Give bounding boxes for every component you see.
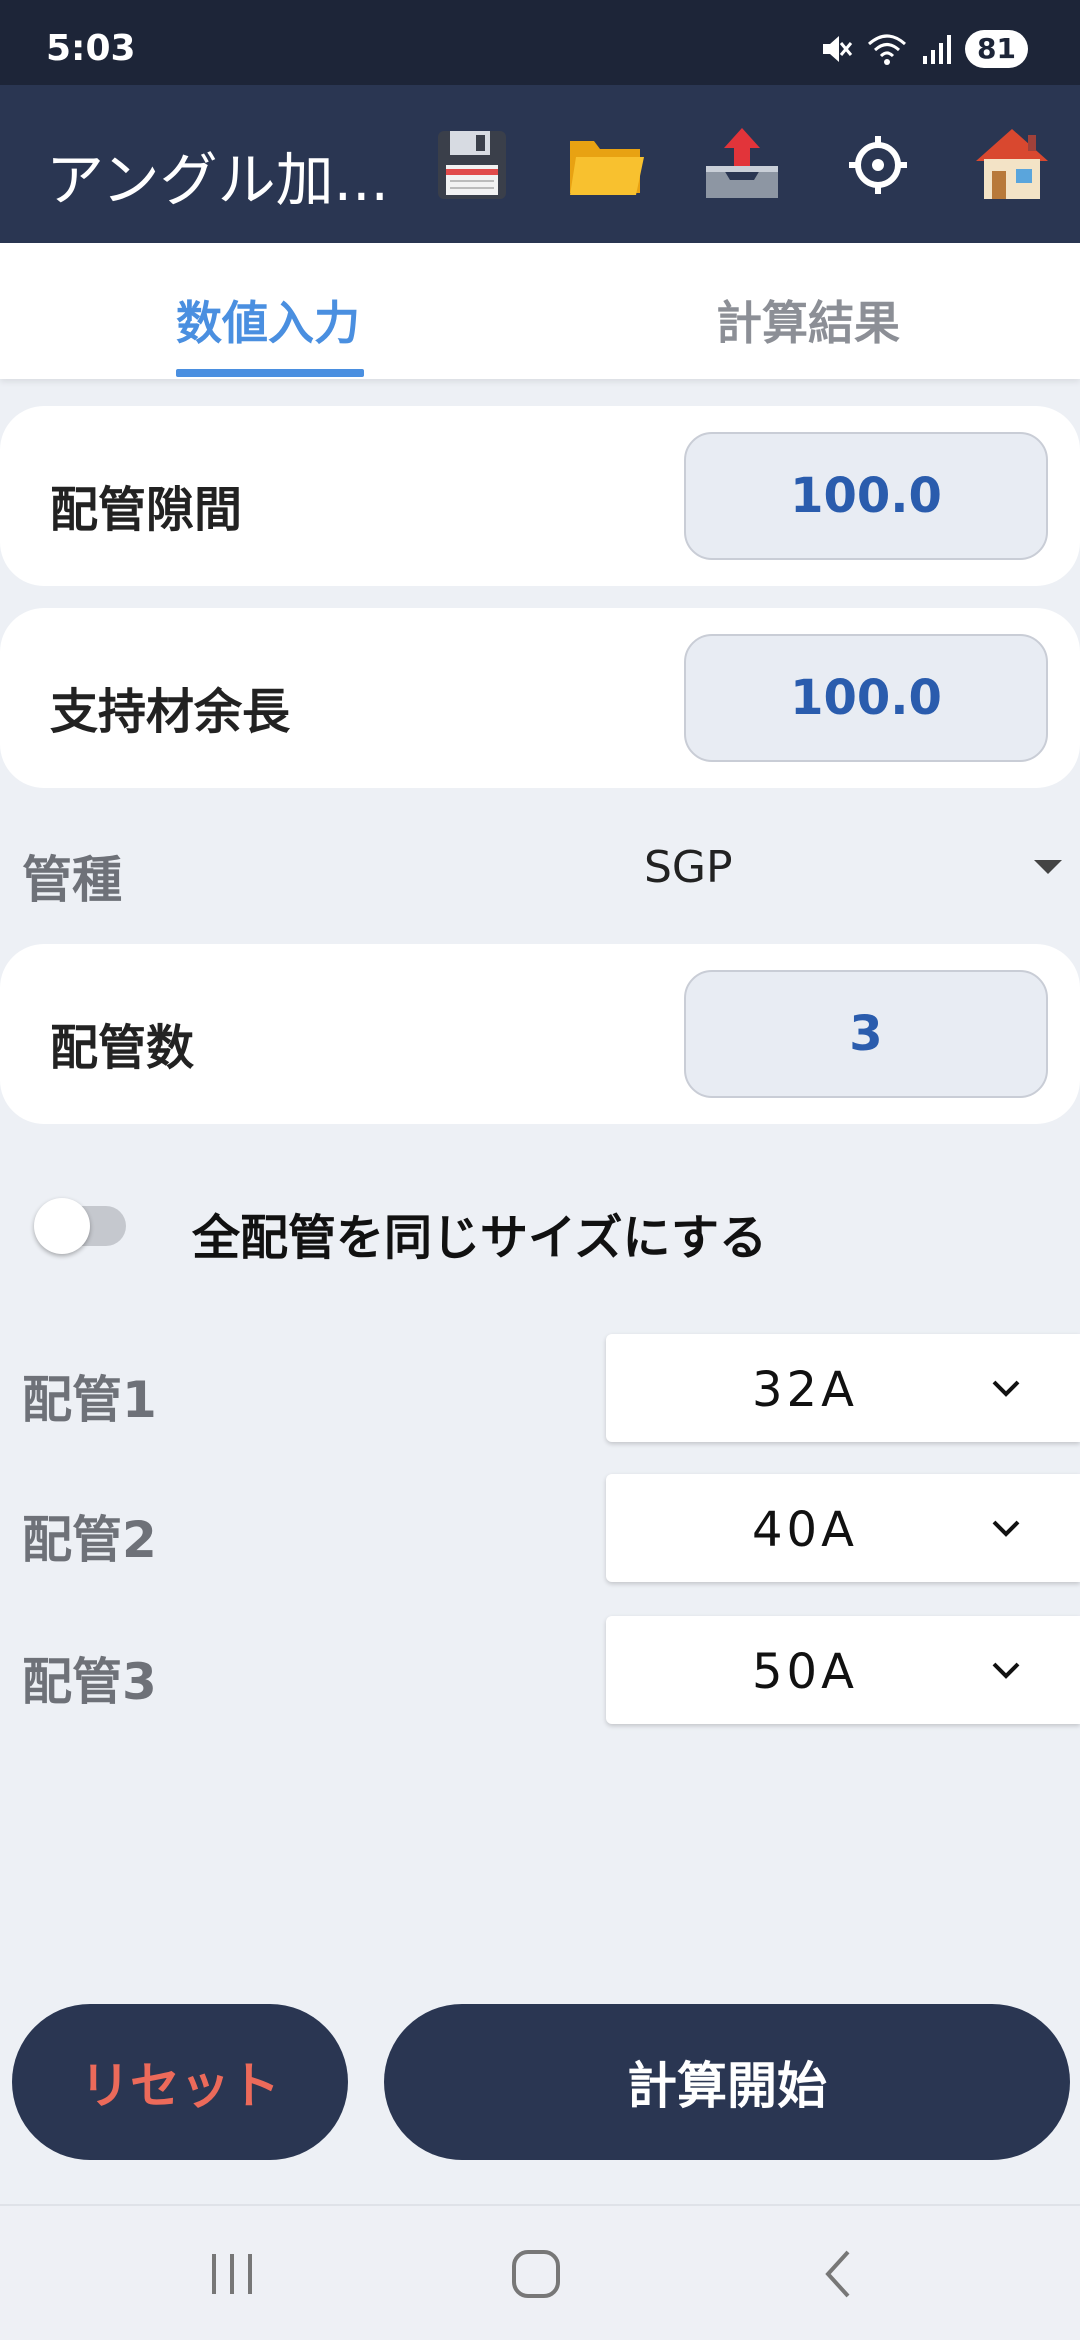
recent-apps-icon[interactable] [206,2246,258,2302]
pipe3-label: 配管3 [22,1653,157,1711]
signal-icon [923,35,952,64]
chevron-down-icon [992,1380,1020,1397]
calculate-button[interactable]: 計算開始 [384,2004,1070,2160]
wifi-icon [868,34,907,65]
chevron-down-icon [992,1662,1020,1679]
export-icon[interactable] [700,123,784,207]
pipe1-size-value: 32A [752,1362,858,1418]
tab-bar: 数値入力 計算結果 [0,243,1080,379]
pipe-type-label: 管種 [22,851,122,909]
pipe-gap-card: 配管隙間 100.0 [0,406,1080,586]
home-nav-icon[interactable] [508,2246,564,2302]
same-size-toggle-label: 全配管を同じサイズにする [192,1210,768,1266]
mute-icon [823,36,853,62]
save-icon[interactable] [430,123,514,207]
pipe-count-input[interactable]: 3 [684,970,1048,1098]
pipe-gap-input[interactable]: 100.0 [684,432,1048,560]
pipe2-size-select[interactable]: 40A [606,1474,1080,1582]
back-icon[interactable] [816,2246,860,2302]
tab-indicator [176,369,364,377]
pipe2-size-value: 40A [752,1502,858,1558]
status-bar: 5:03 81 [0,0,1080,85]
app-title: アングル加... [46,146,386,214]
system-nav-bar [0,2204,1080,2340]
tab-calc-result[interactable]: 計算結果 [716,287,900,353]
reset-button[interactable]: リセット [12,2004,348,2160]
pipe-count-label: 配管数 [50,1020,195,1076]
toggle-knob[interactable] [34,1198,90,1254]
battery-indicator: 81 [965,30,1028,68]
support-extra-input[interactable]: 100.0 [684,634,1048,762]
pipe1-size-select[interactable]: 32A [606,1334,1080,1442]
status-time: 5:03 [46,28,136,69]
pipe-gap-label: 配管隙間 [50,482,243,538]
pipe1-label: 配管1 [22,1371,157,1429]
pipe3-size-select[interactable]: 50A [606,1616,1080,1724]
settings-icon[interactable] [836,123,920,207]
pipe-count-card: 配管数 3 [0,944,1080,1124]
folder-icon[interactable] [564,123,648,207]
pipe2-label: 配管2 [22,1511,157,1569]
support-extra-card: 支持材余長 100.0 [0,608,1080,788]
app-bar: アングル加... [0,85,1080,243]
pipe-type-select[interactable]: SGP [644,842,733,893]
dropdown-caret-icon[interactable] [1034,860,1062,874]
tab-numeric-input[interactable]: 数値入力 [176,287,360,353]
chevron-down-icon [992,1520,1020,1537]
pipe3-size-value: 50A [752,1644,858,1700]
home-icon[interactable] [970,123,1054,207]
status-icons: 81 [819,28,1028,70]
support-extra-label: 支持材余長 [50,684,291,740]
